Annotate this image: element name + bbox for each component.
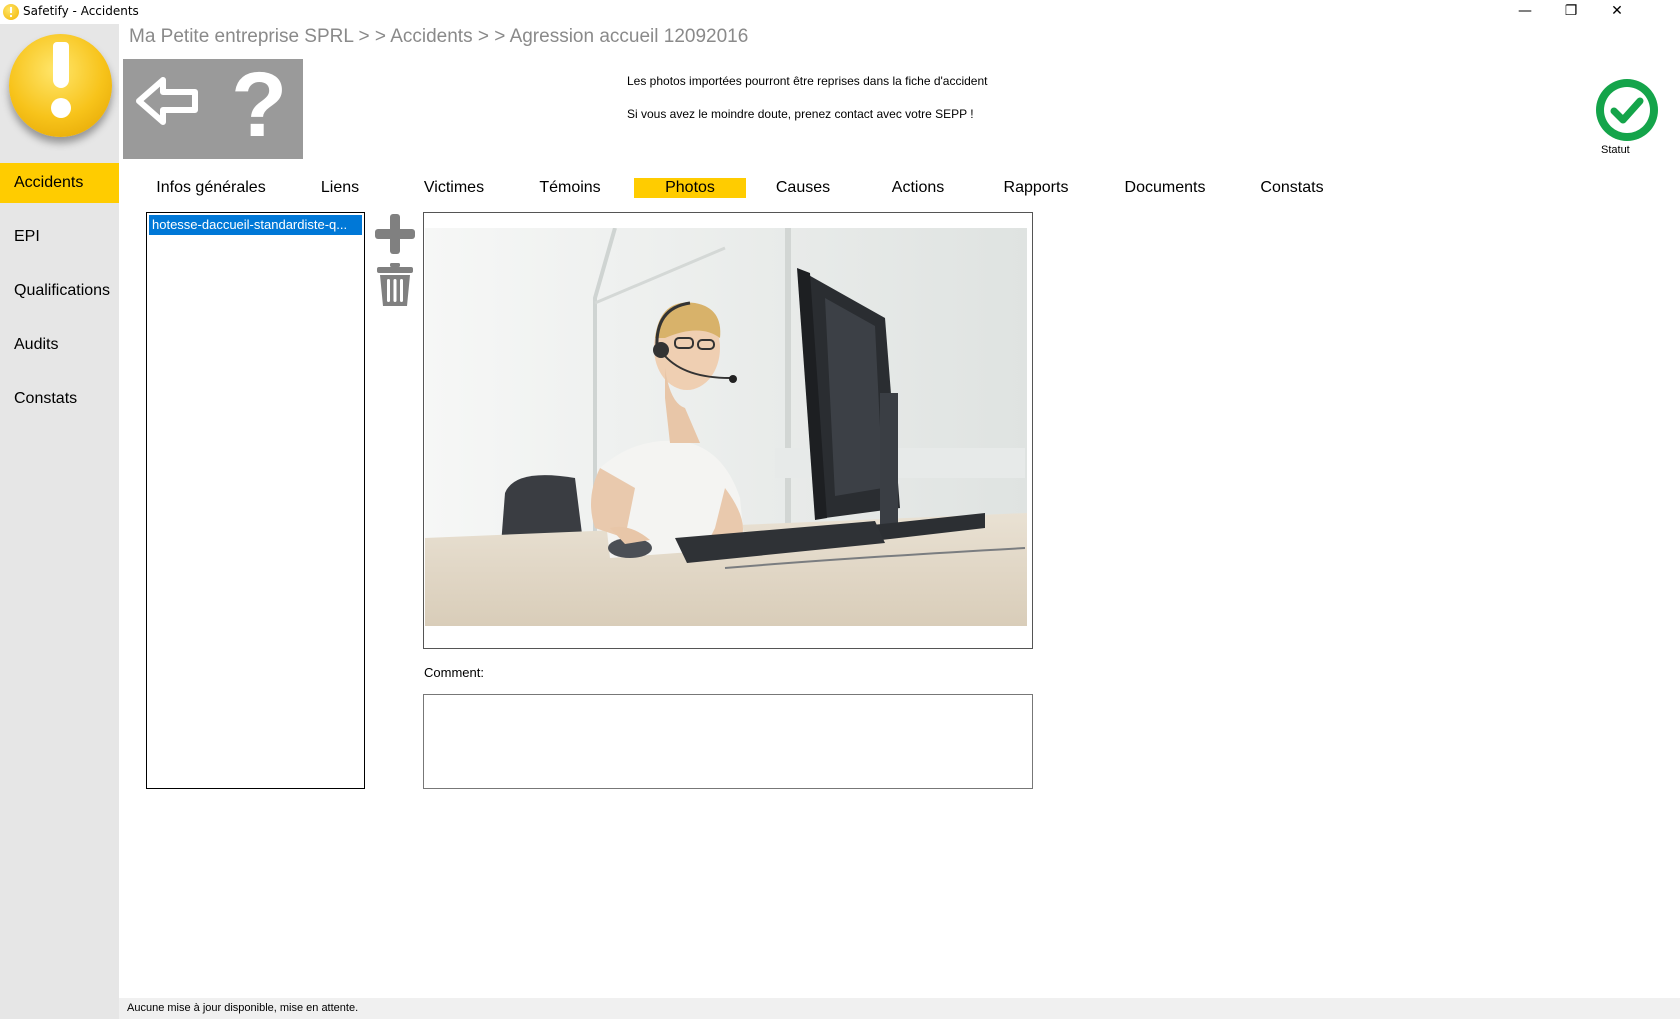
delete-photo-button[interactable] <box>376 262 414 308</box>
list-item[interactable]: hotesse-daccueil-standardiste-q... <box>149 215 362 235</box>
safetify-logo <box>9 34 112 137</box>
photo-preview-image <box>425 228 1027 626</box>
sidebar-item-constats[interactable]: Constats <box>0 379 119 419</box>
question-mark-icon: ? <box>231 54 288 156</box>
tab-liens[interactable]: Liens <box>310 178 370 198</box>
window-title: Safetify - Accidents <box>23 4 139 18</box>
breadcrumb: Ma Petite entreprise SPRL > > Accidents … <box>129 26 749 47</box>
trash-icon <box>377 263 413 306</box>
tab-infos-generales[interactable]: Infos générales <box>148 178 274 198</box>
sidebar-item-audits[interactable]: Audits <box>0 325 119 365</box>
app-logo-icon <box>3 4 19 20</box>
check-circle-icon <box>1610 97 1644 124</box>
tab-causes[interactable]: Causes <box>768 178 838 198</box>
close-button[interactable]: ✕ <box>1594 0 1640 24</box>
photo-file-list[interactable]: hotesse-daccueil-standardiste-q... <box>146 212 365 789</box>
sidebar-item-epi[interactable]: EPI <box>0 217 119 257</box>
sidebar: Accidents EPI Qualifications Audits Cons… <box>0 24 119 1019</box>
sidebar-item-qualifications[interactable]: Qualifications <box>0 271 119 311</box>
comment-field[interactable] <box>423 694 1033 789</box>
tab-victimes[interactable]: Victimes <box>413 178 495 198</box>
status-bar: Aucune mise à jour disponible, mise en a… <box>119 998 1680 1019</box>
minimize-button[interactable]: — <box>1502 0 1548 24</box>
toolbar: ? <box>123 55 303 159</box>
plus-icon <box>375 214 415 254</box>
comment-label: Comment: <box>424 665 484 680</box>
tab-rapports[interactable]: Rapports <box>996 178 1076 198</box>
info-photos: Les photos importées pourront être repri… <box>627 74 988 88</box>
status-text: Aucune mise à jour disponible, mise en a… <box>127 1002 359 1014</box>
help-button[interactable]: ? <box>213 55 303 159</box>
tab-actions[interactable]: Actions <box>882 178 954 198</box>
tab-constats[interactable]: Constats <box>1251 178 1333 198</box>
restore-button[interactable]: ❐ <box>1548 0 1594 24</box>
info-contact: Si vous avez le moindre doute, prenez co… <box>627 107 974 121</box>
tab-documents[interactable]: Documents <box>1117 178 1213 198</box>
add-photo-button[interactable] <box>373 212 417 256</box>
statut-button[interactable] <box>1596 79 1658 141</box>
statut-label: Statut <box>1601 144 1630 156</box>
back-button[interactable] <box>123 59 213 159</box>
tab-temoins[interactable]: Témoins <box>530 178 610 198</box>
tab-photos[interactable]: Photos <box>634 178 746 198</box>
back-arrow-icon <box>136 77 198 125</box>
title-bar: Safetify - Accidents — ❐ ✕ <box>0 0 1680 24</box>
photo-preview-frame <box>423 212 1033 649</box>
sidebar-item-accidents[interactable]: Accidents <box>0 163 119 203</box>
